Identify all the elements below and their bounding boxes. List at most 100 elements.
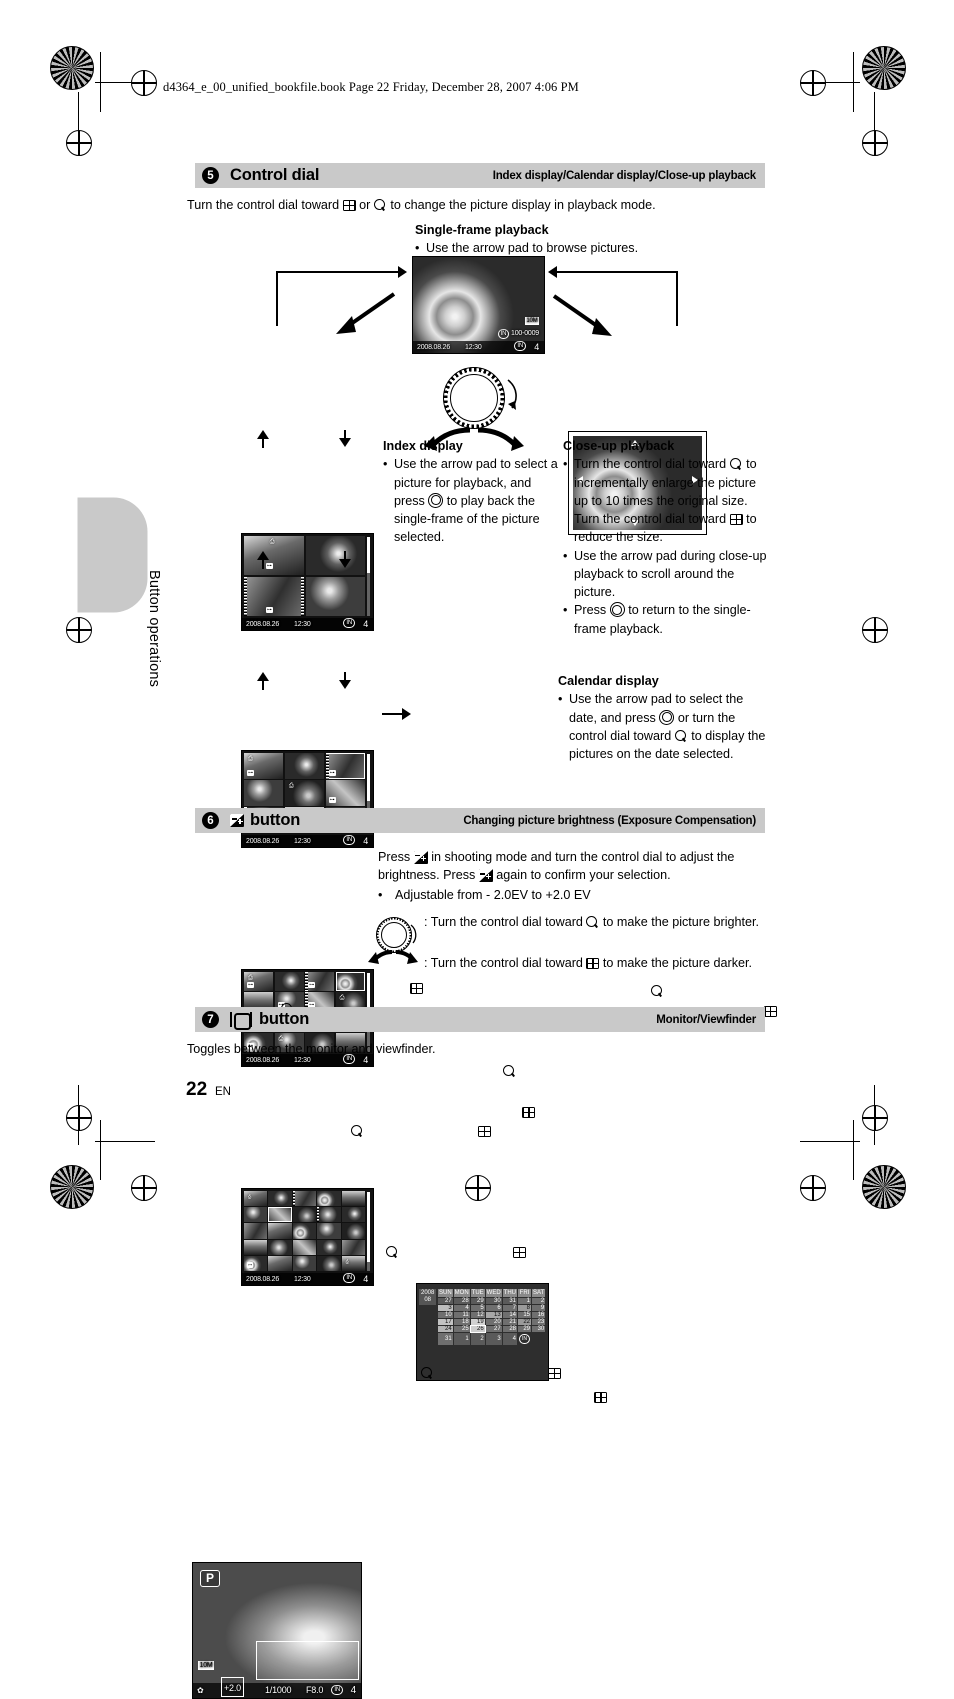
calendar-day[interactable]: 28 xyxy=(502,1326,518,1332)
thumbnail-cell: ⎙ xyxy=(341,1255,365,1271)
thumbnail-cell: ⎙ xyxy=(244,1191,268,1207)
exposure-compensation-icon xyxy=(413,850,428,864)
flow-index-icon-1 xyxy=(478,1126,492,1137)
callout-calendar-title: Calendar display xyxy=(558,674,659,688)
index-icon xyxy=(729,514,743,525)
calendar-day[interactable]: 12 xyxy=(470,1312,485,1318)
calendar-day-selected[interactable]: 26 xyxy=(469,1325,486,1333)
flow-magnifier-icon-2 xyxy=(385,1246,399,1259)
thumbnail-cell xyxy=(268,1239,292,1255)
calendar-day[interactable]: 30 xyxy=(532,1326,546,1332)
thumbnail-cell xyxy=(244,1223,268,1239)
thumbnail-cell xyxy=(292,1223,317,1239)
calendar-day[interactable]: 29 xyxy=(518,1326,532,1332)
calendar-day[interactable]: 2 xyxy=(532,1298,546,1304)
crop-line-top-right-v xyxy=(853,52,855,112)
flow-line-up-2 xyxy=(262,559,264,569)
calendar-day[interactable]: 4 xyxy=(502,1333,518,1345)
thumbnail-cell xyxy=(274,972,304,992)
section-7-title: button xyxy=(259,1010,310,1028)
index-icon xyxy=(342,200,356,211)
calendar-day[interactable]: 30 xyxy=(485,1298,502,1304)
calendar-day-with-photo[interactable]: 17 xyxy=(438,1319,453,1325)
calendar-day-empty xyxy=(532,1333,545,1345)
calendar-day[interactable]: 28 xyxy=(453,1298,470,1304)
section-6-para-a: Press xyxy=(378,850,414,864)
thumbnail-cell: ⊶ xyxy=(244,1255,268,1271)
exposure-highlight-box xyxy=(256,1641,359,1680)
calendar-day[interactable]: 4 xyxy=(453,1305,470,1311)
flow-arrow-up-2 xyxy=(257,551,269,560)
calendar-day[interactable]: 10 xyxy=(438,1312,453,1318)
calendar-day[interactable]: 20 xyxy=(485,1319,502,1325)
calendar-day[interactable]: 31 xyxy=(438,1333,453,1345)
calendar-day[interactable]: 1 xyxy=(518,1298,532,1304)
index-4-scrollbar[interactable] xyxy=(367,537,370,616)
section-5-intro: Turn the control dial toward or to chang… xyxy=(187,196,767,214)
index-25-scrollbar[interactable] xyxy=(367,1192,370,1271)
calendar-day-with-photo[interactable]: 8 xyxy=(518,1305,532,1311)
section-6-dial-row-1-post: to make the picture brighter. xyxy=(599,915,760,929)
calendar-day[interactable]: 27 xyxy=(438,1298,453,1304)
flow-index-icon-right xyxy=(764,1006,778,1017)
calendar-day[interactable]: 9 xyxy=(532,1305,546,1311)
section-6-subtitle: Changing picture brightness (Exposure Co… xyxy=(463,814,756,827)
control-dial-inner xyxy=(381,922,407,948)
crop-line-top-left-v xyxy=(100,52,102,112)
thumbnail-cell: ⊶ xyxy=(305,972,335,992)
crop-line-bottom-left-h xyxy=(95,1141,155,1143)
exposure-shutter-speed: 1/1000 xyxy=(265,1685,292,1695)
calendar-day[interactable]: 16 xyxy=(532,1312,546,1318)
thumbnail-cell xyxy=(244,1239,268,1255)
single-frame-size-badge: 10M xyxy=(524,317,539,325)
calendar-day[interactable]: 5 xyxy=(470,1305,485,1311)
calendar-day[interactable]: 23 xyxy=(532,1319,546,1325)
calendar-day[interactable]: 7 xyxy=(502,1305,518,1311)
calendar-day-with-photo[interactable]: 13 xyxy=(485,1312,502,1318)
exposure-compensation-icon xyxy=(230,814,244,827)
calendar-day[interactable]: 25 xyxy=(453,1326,470,1332)
calendar-week-row: 17 18 19 20 21 22 23 xyxy=(438,1319,546,1325)
calendar-day[interactable]: 27 xyxy=(485,1326,502,1332)
calendar-weekday: SUN xyxy=(438,1289,453,1297)
thumbnail-cell: ⎙ ⊶ xyxy=(244,753,284,779)
calendar-day[interactable]: 14 xyxy=(502,1312,518,1318)
calendar-day[interactable]: 3 xyxy=(485,1333,502,1345)
calendar-day-with-photo[interactable]: 19 xyxy=(470,1319,485,1325)
calendar-weekday: FRI xyxy=(518,1289,532,1297)
calendar-memory-badge: IN xyxy=(518,1333,531,1345)
thumbnail-cell xyxy=(268,1223,292,1239)
section-5-intro-mid: or xyxy=(355,198,374,212)
index-4-grid: ⎙ ⊶ ⊶ xyxy=(244,536,365,616)
calendar-day[interactable]: 18 xyxy=(453,1319,470,1325)
calendar-day[interactable]: 6 xyxy=(485,1305,502,1311)
flow-arrow-single-to-index xyxy=(336,292,396,334)
index-9-time: 12:30 xyxy=(294,838,311,845)
calendar-day[interactable]: 21 xyxy=(502,1319,518,1325)
section-6-header: 6 button Changing picture brightness (Ex… xyxy=(195,808,765,833)
flow-arrow-to-single-frame xyxy=(398,266,407,278)
index-icon xyxy=(586,958,600,969)
calendar-day[interactable]: 1 xyxy=(453,1333,470,1345)
crop-line-right-bottom-v xyxy=(874,1085,876,1145)
calendar-day-with-photo[interactable]: 3 xyxy=(438,1305,453,1311)
exposure-compensation-icon xyxy=(478,868,493,882)
calendar-day[interactable]: 15 xyxy=(518,1312,532,1318)
calendar-day-with-photo[interactable]: 24 xyxy=(438,1326,453,1332)
calendar-day-with-photo[interactable]: 22 xyxy=(518,1319,532,1325)
flow-arrow-single-to-closeup xyxy=(552,294,612,336)
thumbnail-cell xyxy=(341,1191,365,1207)
calendar-day[interactable]: 11 xyxy=(453,1312,470,1318)
magnifier-icon xyxy=(586,916,599,929)
calendar-year: 2008 xyxy=(421,1290,435,1296)
crop-line-top-right-h xyxy=(800,82,860,84)
ok-func-button-icon xyxy=(428,492,444,508)
thumbnail-cell xyxy=(244,1207,268,1223)
calendar-year-month: 2008 08 xyxy=(419,1289,437,1305)
calendar-day[interactable]: 2 xyxy=(470,1333,485,1345)
index-4-time: 12:30 xyxy=(294,621,311,628)
calendar-day[interactable]: 29 xyxy=(470,1298,485,1304)
callout-calendar-bullet: • Use the arrow pad to select the date, a… xyxy=(558,692,766,761)
calendar-day[interactable]: 31 xyxy=(502,1298,518,1304)
flow-line-top-right-v xyxy=(676,271,678,326)
